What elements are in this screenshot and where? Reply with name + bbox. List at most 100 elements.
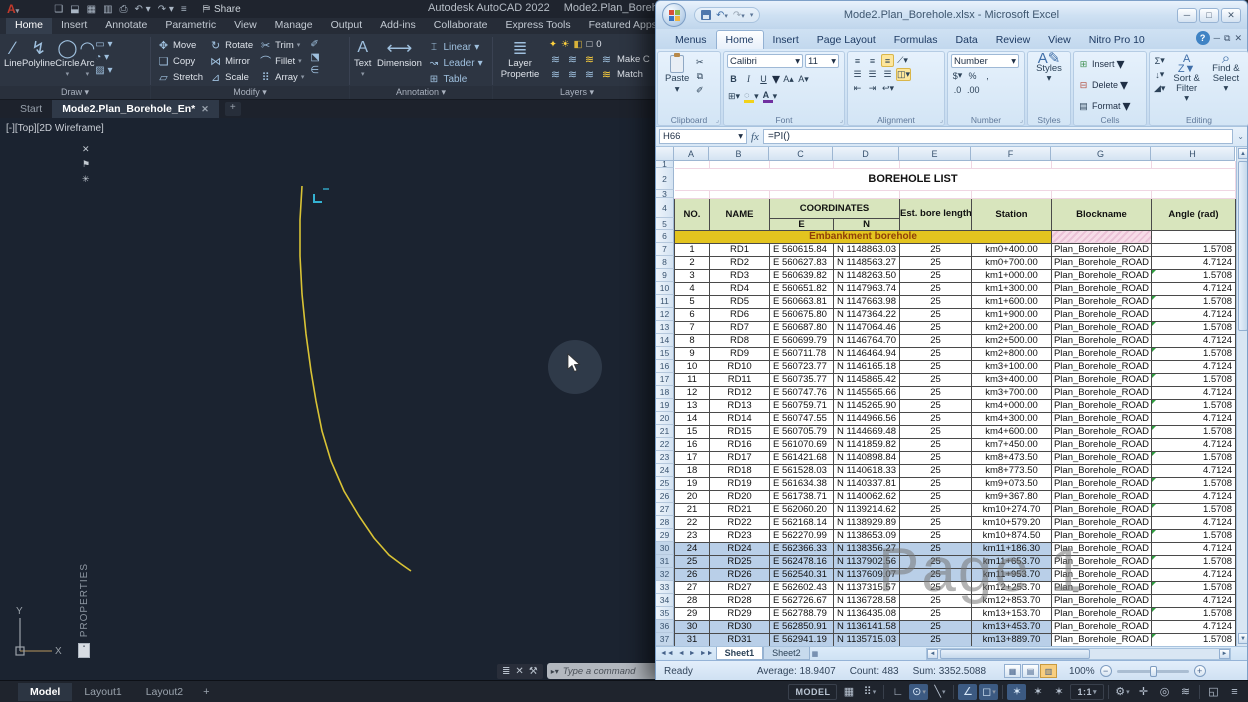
command-customize-icon[interactable]: ⚒ (529, 666, 538, 677)
table-cell[interactable]: E 562060.20 (770, 503, 834, 516)
column-header-a[interactable]: A (674, 147, 709, 161)
table-cell[interactable]: 25 (900, 451, 972, 464)
maximize-button[interactable]: □ (1199, 8, 1219, 23)
table-cell[interactable]: 28 (675, 594, 710, 607)
table-cell[interactable]: 23 (675, 529, 710, 542)
table-cell[interactable]: E 560735.77 (770, 373, 834, 386)
table-cell[interactable]: 11 (675, 373, 710, 386)
horizontal-scrollbar[interactable]: ◄ ► (926, 648, 1231, 660)
open-icon[interactable]: ⬓ (70, 4, 79, 15)
table-cell[interactable]: RD16 (710, 438, 770, 451)
linear-button[interactable]: ⌶Linear ▾ (427, 39, 482, 55)
table-cell[interactable]: 1.5708 (1152, 477, 1236, 490)
wrap-text-icon[interactable]: ↩▾ (881, 82, 895, 95)
row-header-12[interactable]: 12 (656, 308, 674, 321)
clipboard-dialog-launcher-icon[interactable]: ⌟ (716, 116, 719, 124)
table-cell[interactable]: Plan_Borehole_ROAD (1052, 386, 1152, 399)
borders-icon[interactable]: ⊞▾ (727, 90, 741, 103)
table-cell[interactable]: RD28 (710, 594, 770, 607)
table-cell[interactable]: 29 (675, 607, 710, 620)
layer-tool-icon[interactable]: ≋ (600, 68, 613, 81)
table-cell[interactable]: 25 (900, 464, 972, 477)
header-northing[interactable]: N (834, 218, 900, 230)
table-cell[interactable]: km13+153.70 (972, 607, 1052, 620)
table-cell[interactable]: E 560639.82 (770, 269, 834, 282)
table-cell[interactable]: 25 (900, 477, 972, 490)
table-cell[interactable]: RD4 (710, 282, 770, 295)
table-cell[interactable]: 1.5708 (1152, 503, 1236, 516)
table-cell[interactable]: Plan_Borehole_ROAD (1052, 633, 1152, 646)
excel-tab-nitro-pro-10[interactable]: Nitro Pro 10 (1080, 31, 1154, 49)
table-cell[interactable]: Plan_Borehole_ROAD (1052, 581, 1152, 594)
row-header-20[interactable]: 20 (656, 412, 674, 425)
table-cell[interactable]: Plan_Borehole_ROAD (1052, 347, 1152, 360)
table-cell[interactable]: RD10 (710, 360, 770, 373)
table-cell[interactable]: RD24 (710, 542, 770, 555)
table-cell[interactable]: 1.5708 (1152, 269, 1236, 282)
table-cell[interactable]: 25 (900, 542, 972, 555)
row-header-3[interactable]: 3 (656, 190, 674, 198)
annotation-scale-value[interactable]: 1:1▾ (1070, 684, 1104, 700)
share-button[interactable]: ⛿ Share (203, 4, 241, 15)
table-cell[interactable]: E 560711.78 (770, 347, 834, 360)
plot-icon[interactable]: ⎙ (120, 4, 128, 15)
table-cell[interactable]: 15 (675, 425, 710, 438)
table-cell[interactable]: N 1145565.66 (834, 386, 900, 399)
excel-tab-data[interactable]: Data (947, 31, 987, 49)
annotation-monitor-icon[interactable]: ✛ (1134, 684, 1153, 700)
table-cell[interactable]: Plan_Borehole_ROAD (1052, 256, 1152, 269)
table-cell[interactable]: 1.5708 (1152, 373, 1236, 386)
font-dialog-launcher-icon[interactable]: ⌟ (840, 116, 843, 124)
table-cell[interactable]: 1.5708 (1152, 581, 1236, 594)
table-cell[interactable]: 25 (900, 438, 972, 451)
qat-customize-icon[interactable]: ▾ (750, 11, 754, 19)
table-cell[interactable]: km2+800.00 (972, 347, 1052, 360)
table-cell[interactable]: E 561421.68 (770, 451, 834, 464)
increase-indent-icon[interactable]: ⇥ (866, 82, 879, 95)
table-cell[interactable]: km1+600.00 (972, 295, 1052, 308)
table-cell[interactable]: N 1148563.27 (834, 256, 900, 269)
table-cell[interactable]: E 562941.19 (770, 633, 834, 646)
trim-button[interactable]: ✂Trim ▾ (259, 37, 304, 53)
table-cell[interactable]: 1.5708 (1152, 399, 1236, 412)
table-cell[interactable]: Plan_Borehole_ROAD (1052, 399, 1152, 412)
close-button[interactable]: ✕ (1221, 8, 1241, 23)
acad-tab-parametric[interactable]: Parametric (156, 18, 225, 34)
row-header-13[interactable]: 13 (656, 321, 674, 334)
leader-button[interactable]: ↝Leader ▾ (427, 55, 482, 71)
table-cell[interactable]: N 1144966.56 (834, 412, 900, 425)
row-header-27[interactable]: 27 (656, 503, 674, 516)
layer-color-icon[interactable]: □ (586, 39, 592, 50)
horizontal-scroll-thumb[interactable] (940, 649, 1090, 659)
table-cell[interactable]: km2+500.00 (972, 334, 1052, 347)
table-cell[interactable]: km9+367.80 (972, 490, 1052, 503)
array-button[interactable]: ⠿Array ▾ (259, 69, 304, 85)
table-cell[interactable]: N 1137902.56 (834, 555, 900, 568)
table-cell[interactable]: Plan_Borehole_ROAD (1052, 373, 1152, 386)
row-header-28[interactable]: 28 (656, 516, 674, 529)
table-cell[interactable]: 4.7124 (1152, 542, 1236, 555)
excel-tab-view[interactable]: View (1039, 31, 1080, 49)
insert-cells-button[interactable]: ⊞Insert▾ (1077, 54, 1143, 74)
table-cell[interactable]: Plan_Borehole_ROAD (1052, 568, 1152, 581)
increase-font-icon[interactable]: A▴ (782, 73, 795, 86)
normal-view-icon[interactable]: ▦ (1004, 664, 1021, 678)
table-cell[interactable]: RD8 (710, 334, 770, 347)
table-cell[interactable]: N 1148863.03 (834, 243, 900, 256)
table-cell[interactable]: N 1138929.89 (834, 516, 900, 529)
qat-customize-icon[interactable]: ≡ (181, 4, 187, 15)
clean-screen-icon[interactable]: ◱ (1204, 684, 1223, 700)
table-cell[interactable]: E 560699.79 (770, 334, 834, 347)
office-button[interactable] (662, 3, 686, 27)
layer-tool-icon[interactable]: ≋ (583, 68, 596, 81)
acad-tab-annotate[interactable]: Annotate (96, 18, 156, 34)
table-cell[interactable]: km12+253.70 (972, 581, 1052, 594)
row-header-4[interactable]: 4 (656, 198, 674, 218)
table-cell[interactable]: km1+000.00 (972, 269, 1052, 282)
styles-button[interactable]: A✎ Styles▾ (1031, 54, 1067, 84)
palette-settings-icon[interactable]: ✳ (82, 174, 90, 185)
table-title[interactable]: BOREHOLE LIST (675, 168, 1152, 190)
table-cell[interactable]: E 560627.83 (770, 256, 834, 269)
table-cell[interactable]: Plan_Borehole_ROAD (1052, 360, 1152, 373)
layer-tool-icon[interactable]: ≋ (566, 68, 579, 81)
